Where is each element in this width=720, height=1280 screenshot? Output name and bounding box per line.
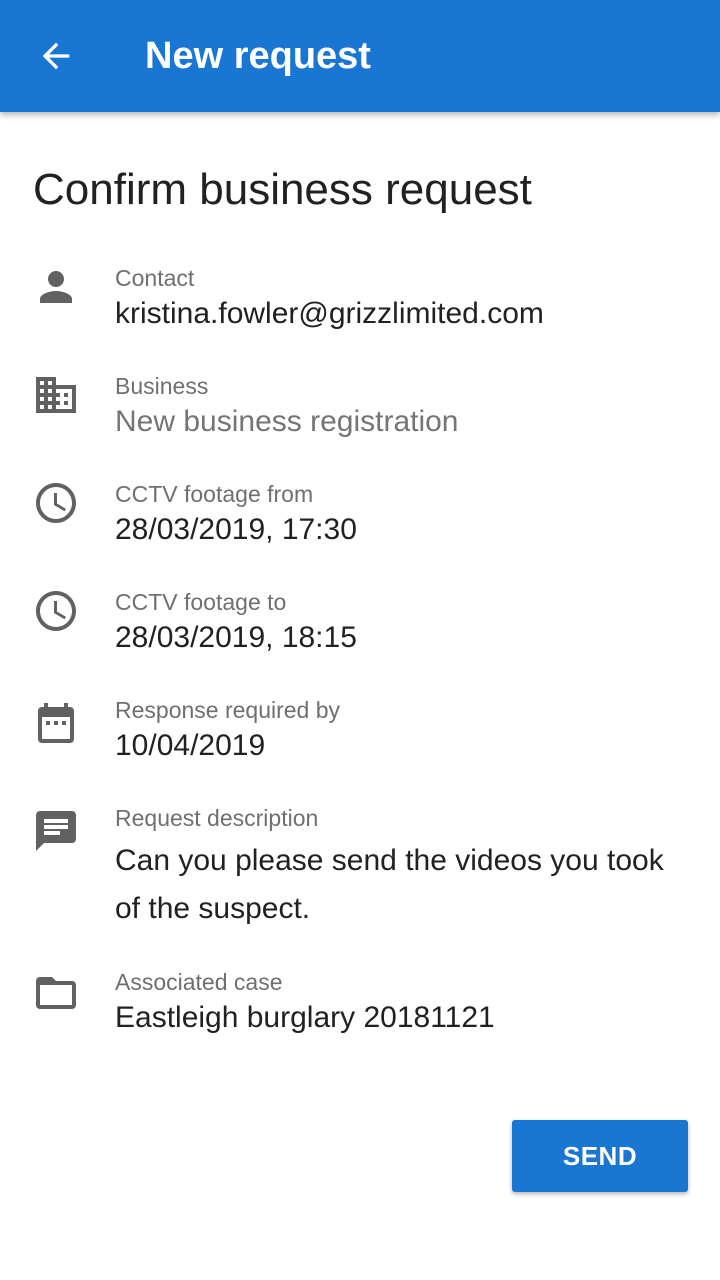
cctv-to-value: 28/03/2019, 18:15 [115, 621, 357, 654]
building-icon [36, 377, 76, 413]
arrow-left-icon [42, 42, 70, 70]
app-title: New request [145, 35, 371, 77]
contact-label: Contact [115, 265, 195, 291]
back-button[interactable] [24, 24, 88, 88]
response-required-value: 10/04/2019 [115, 729, 266, 762]
request-description-label: Request description [115, 805, 319, 831]
folder-icon [36, 977, 76, 1009]
calendar-icon [38, 703, 74, 743]
business-value: New business registration [115, 405, 459, 438]
app-bar: New request [0, 0, 720, 112]
associated-case-value: Eastleigh burglary 20181121 [115, 1001, 495, 1034]
request-description-value: Can you please send the videos you took … [115, 844, 664, 925]
send-button[interactable]: SEND [512, 1120, 688, 1192]
page-title: Confirm business request [33, 165, 532, 214]
message-icon [36, 811, 76, 851]
cctv-from-value: 28/03/2019, 17:30 [115, 513, 357, 546]
person-icon [40, 271, 72, 303]
associated-case-label: Associated case [115, 969, 283, 995]
cctv-to-label: CCTV footage to [115, 589, 287, 615]
business-label: Business [115, 373, 209, 399]
clock-icon [36, 591, 76, 631]
contact-value: kristina.fowler@grizzlimited.com [115, 297, 544, 330]
response-required-label: Response required by [115, 697, 341, 723]
cctv-from-label: CCTV footage from [115, 481, 314, 507]
clock-icon [36, 483, 76, 523]
